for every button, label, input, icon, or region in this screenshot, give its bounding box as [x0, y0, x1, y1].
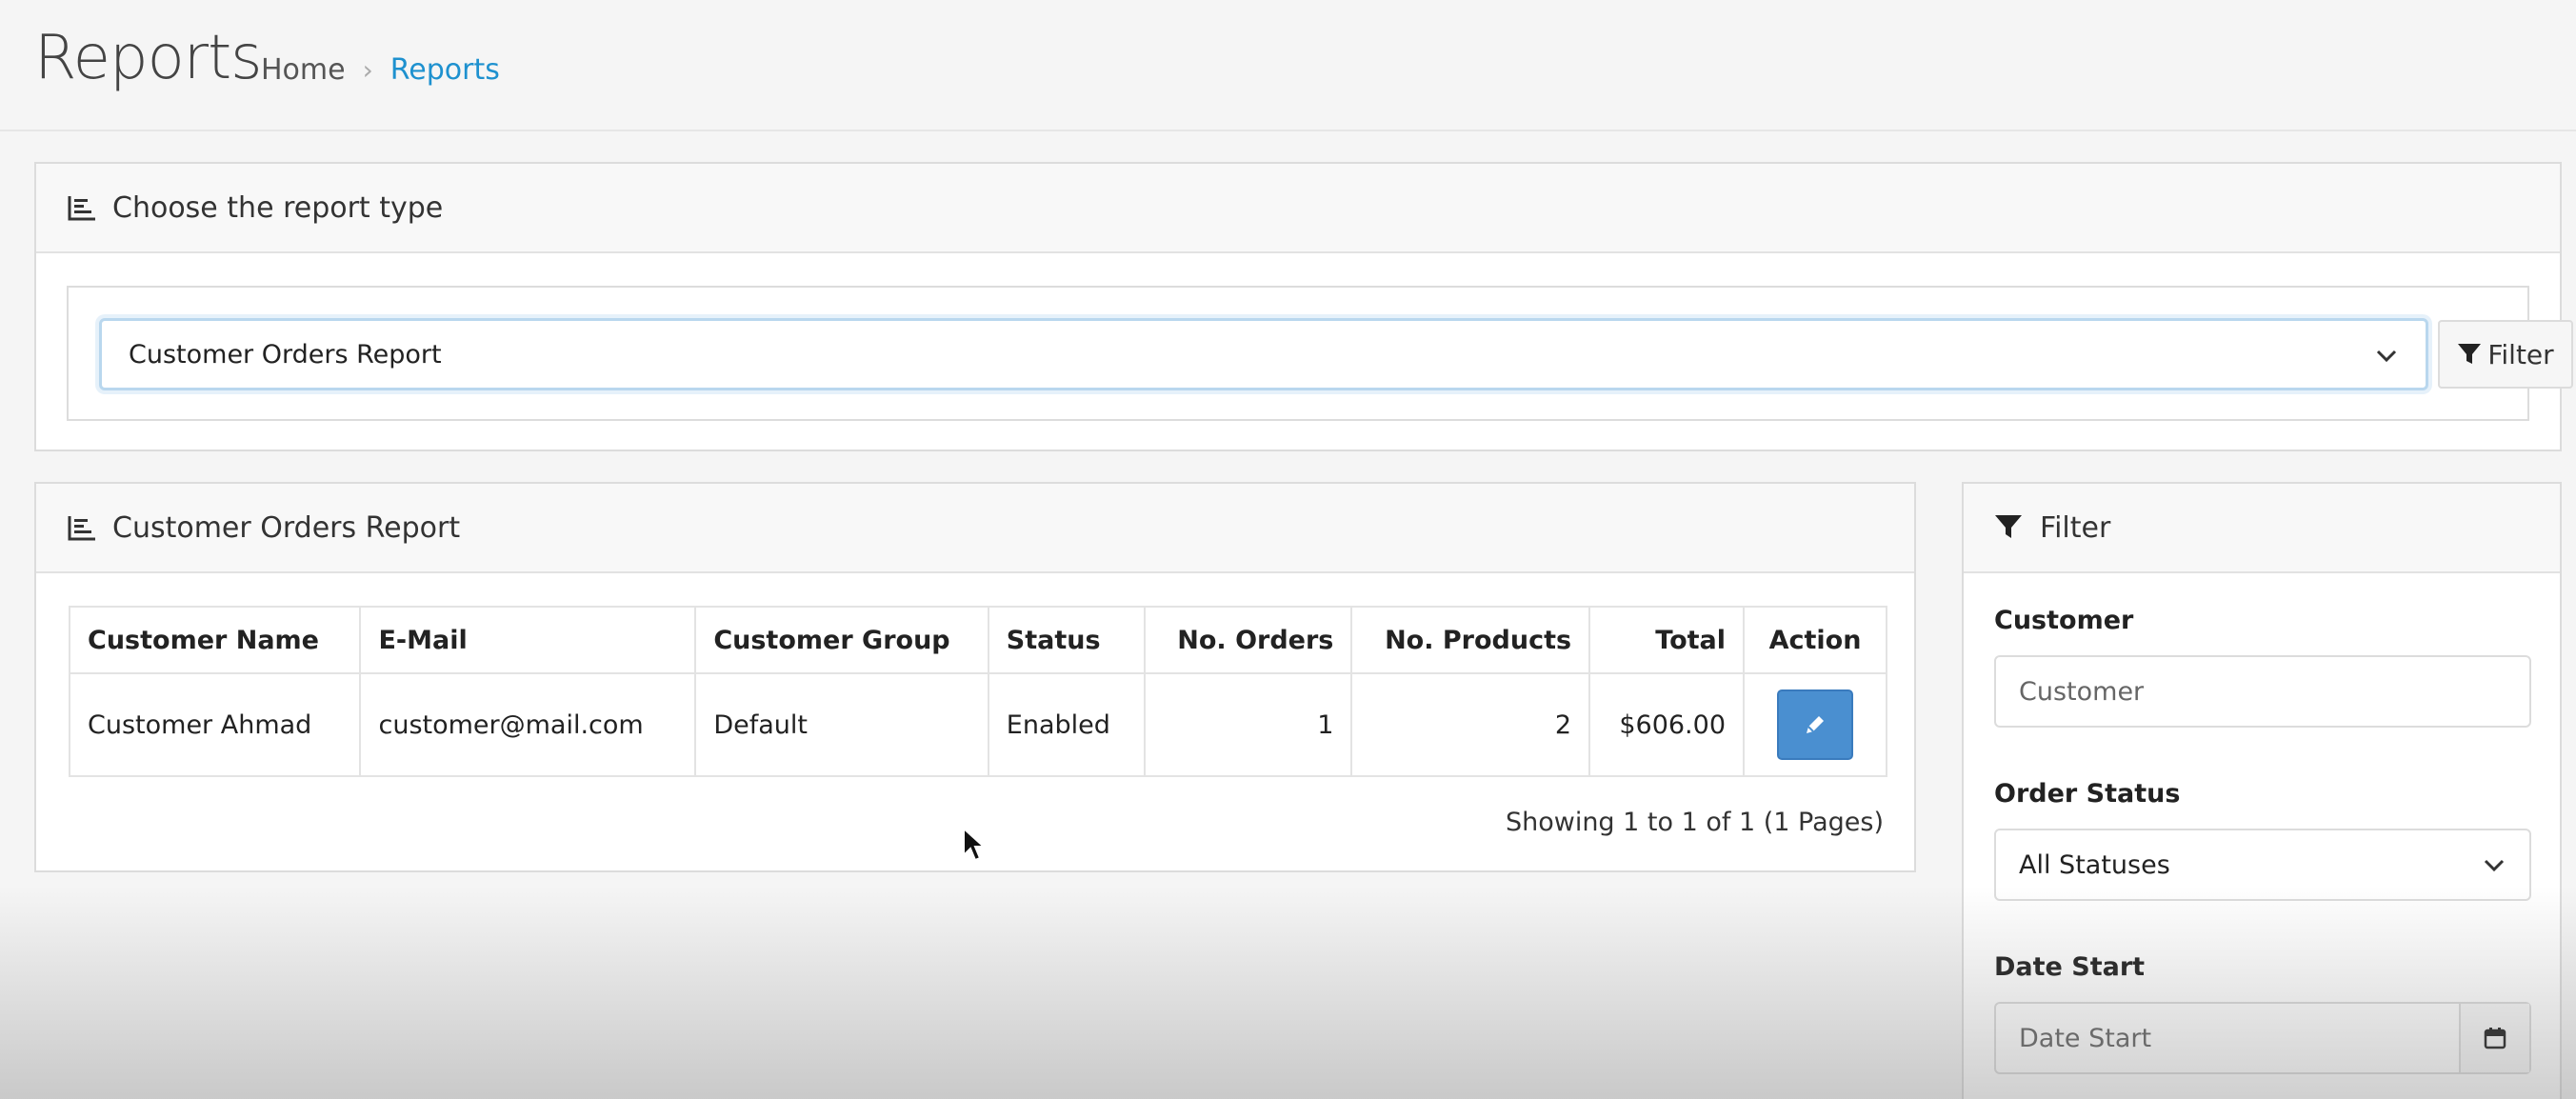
- customer-label: Customer: [1994, 606, 2134, 635]
- filter-panel-heading: Filter: [1964, 484, 2560, 573]
- column-header[interactable]: E-Mail: [359, 606, 697, 674]
- orders-panel-heading: Customer Orders Report: [36, 484, 1914, 573]
- orders-heading-text: Customer Orders Report: [112, 510, 461, 545]
- order-status-label: Order Status: [1994, 779, 2181, 809]
- column-header[interactable]: No. Products: [1350, 606, 1591, 674]
- column-header[interactable]: Customer Group: [694, 606, 989, 674]
- customer-input-placeholder: Customer: [2019, 676, 2145, 707]
- chevron-down-icon: [2482, 853, 2506, 885]
- pencil-icon: [1807, 716, 1824, 733]
- cell-products: 2: [1350, 672, 1591, 777]
- filter-icon: [2458, 344, 2482, 364]
- chevron-down-icon: [2374, 344, 2399, 375]
- column-header[interactable]: Status: [987, 606, 1146, 674]
- cell-email: customer@mail.com: [359, 672, 697, 777]
- report-type-panel: Choose the report type Customer Orders R…: [34, 162, 2573, 451]
- order-status-value: All Statuses: [2019, 849, 2170, 880]
- page-title: Reports: [34, 23, 262, 93]
- filter-heading-text: Filter: [2040, 510, 2111, 545]
- breadcrumb-home-link[interactable]: Home: [261, 53, 346, 87]
- cell-customer-group: Default: [694, 672, 989, 777]
- chart-icon: [67, 193, 97, 222]
- column-header[interactable]: Customer Name: [68, 606, 362, 674]
- filter-button-label: Filter: [2487, 338, 2554, 370]
- cell-orders: 1: [1143, 672, 1353, 777]
- filter-button[interactable]: Filter: [2438, 320, 2573, 389]
- date-start-input[interactable]: Date Start: [1994, 1002, 2531, 1074]
- pagination-summary: Showing 1 to 1 of 1 (1 Pages): [1505, 808, 1884, 837]
- breadcrumb: Home › Reports: [261, 53, 500, 87]
- breadcrumb-reports-link[interactable]: Reports: [390, 53, 500, 87]
- column-header: Action: [1743, 606, 1887, 674]
- order-status-select[interactable]: All Statuses: [1994, 829, 2531, 901]
- chart-icon: [67, 513, 97, 542]
- column-header[interactable]: Total: [1588, 606, 1745, 674]
- calendar-icon: [2484, 1028, 2506, 1049]
- edit-customer-button[interactable]: [1777, 689, 1853, 760]
- filter-panel: Filter Customer Customer Order Status Al…: [1962, 482, 2562, 1099]
- report-type-well: Customer Orders Report Filter: [67, 286, 2573, 421]
- report-type-heading-text: Choose the report type: [112, 190, 444, 225]
- report-type-panel-heading: Choose the report type: [36, 164, 2560, 253]
- date-start-label: Date Start: [1994, 952, 2146, 982]
- cell-action: [1743, 672, 1887, 777]
- cell-total: $606.00: [1588, 672, 1745, 777]
- calendar-button[interactable]: [2459, 1004, 2529, 1072]
- date-start-placeholder: Date Start: [2019, 1023, 2152, 1053]
- column-header[interactable]: No. Orders: [1143, 606, 1353, 674]
- cell-customer-name: Customer Ahmad: [68, 672, 362, 777]
- table-row: Customer Ahmad customer@mail.com Default…: [68, 672, 1887, 777]
- customer-input[interactable]: Customer: [1994, 655, 2531, 728]
- page-header: Reports Home › Reports: [0, 0, 2576, 131]
- table-header-row: Customer Name E-Mail Customer Group Stat…: [68, 606, 1887, 674]
- cell-status: Enabled: [987, 672, 1146, 777]
- cursor-icon: [962, 826, 987, 869]
- report-type-select-value: Customer Orders Report: [129, 339, 442, 370]
- report-type-select[interactable]: Customer Orders Report: [99, 318, 2428, 390]
- orders-report-panel: Customer Orders Report Customer Name E-M…: [34, 482, 1916, 872]
- breadcrumb-separator: ›: [362, 54, 373, 86]
- orders-table: Customer Name E-Mail Customer Group Stat…: [68, 606, 1887, 777]
- page: Reports Home › Reports Choose the report…: [0, 0, 2576, 1099]
- filter-icon: [1994, 513, 2025, 542]
